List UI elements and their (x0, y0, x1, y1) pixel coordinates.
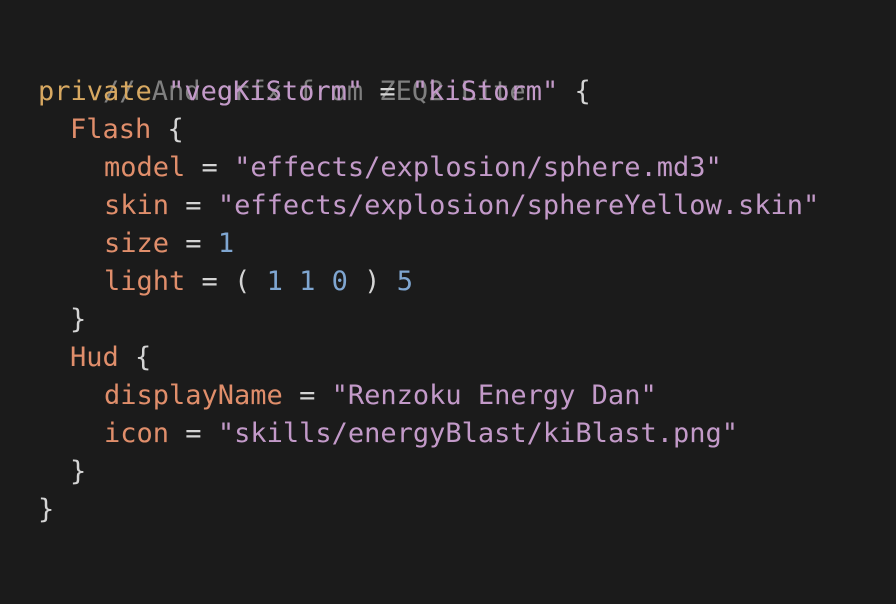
parent-skill-string: "kiStorm" (411, 76, 559, 107)
code-line-final-close: } (38, 491, 54, 529)
equals-sign: = (169, 190, 218, 221)
close-paren: ) (347, 266, 397, 297)
icon-value: "skills/energyBlast/kiBlast.png" (217, 418, 738, 449)
flash-block-name: Flash (70, 114, 152, 145)
size-value: 1 (217, 228, 235, 259)
light-blue-value: 0 (331, 266, 348, 297)
open-paren: ( (234, 266, 267, 297)
code-line-model: model = "effects/explosion/sphere.md3" (104, 149, 722, 187)
size-key: size (104, 228, 170, 259)
equals-sign: = (185, 266, 235, 297)
code-line-comment: // And grfx from ZEQ2 Lite (38, 35, 526, 107)
skill-name-string: "vegKiStorm" (168, 76, 364, 107)
icon-key: icon (104, 418, 170, 449)
code-line-flash-close: } (70, 301, 86, 339)
open-brace: { (118, 342, 152, 373)
code-line-flash-block: Flash { (70, 111, 184, 149)
code-line-display-name: displayName = "Renzoku Energy Dan" (104, 377, 657, 415)
code-line-light: light = ( 1 1 0 ) 5 (104, 263, 413, 301)
close-brace: } (70, 304, 87, 335)
code-line-skin: skin = "effects/explosion/sphereYellow.s… (104, 187, 819, 225)
model-value: "effects/explosion/sphere.md3" (234, 152, 722, 183)
equals-sign: = (169, 418, 218, 449)
keyword-private: private (38, 76, 152, 107)
code-line-icon: icon = "skills/energyBlast/kiBlast.png" (104, 415, 738, 453)
model-key: model (104, 152, 186, 183)
skin-key: skin (104, 190, 170, 221)
equals-sign: = (282, 380, 332, 411)
light-green-value: 1 (299, 266, 316, 297)
code-line-size: size = 1 (104, 225, 234, 263)
code-line-hud-close: } (70, 453, 86, 491)
equals-sign: = (169, 228, 218, 259)
light-red-value: 1 (266, 266, 283, 297)
code-editor[interactable]: // And grfx from ZEQ2 Lite private "vegK… (0, 0, 896, 604)
code-line-hud-block: Hud { (70, 339, 151, 377)
display-name-key: displayName (104, 380, 283, 411)
light-radius-value: 5 (396, 266, 413, 297)
display-name-value: "Renzoku Energy Dan" (331, 380, 657, 411)
light-key: light (104, 266, 186, 297)
hud-block-name: Hud (70, 342, 119, 373)
code-line-declaration: private "vegKiStorm" = "kiStorm" { (38, 73, 591, 111)
close-brace: } (70, 456, 87, 487)
equals-sign: = (185, 152, 235, 183)
skin-value: "effects/explosion/sphereYellow.skin" (217, 190, 820, 221)
close-brace: } (38, 494, 55, 525)
open-brace: { (151, 114, 184, 145)
equals-sign: = (363, 76, 412, 107)
open-brace: { (558, 76, 591, 107)
